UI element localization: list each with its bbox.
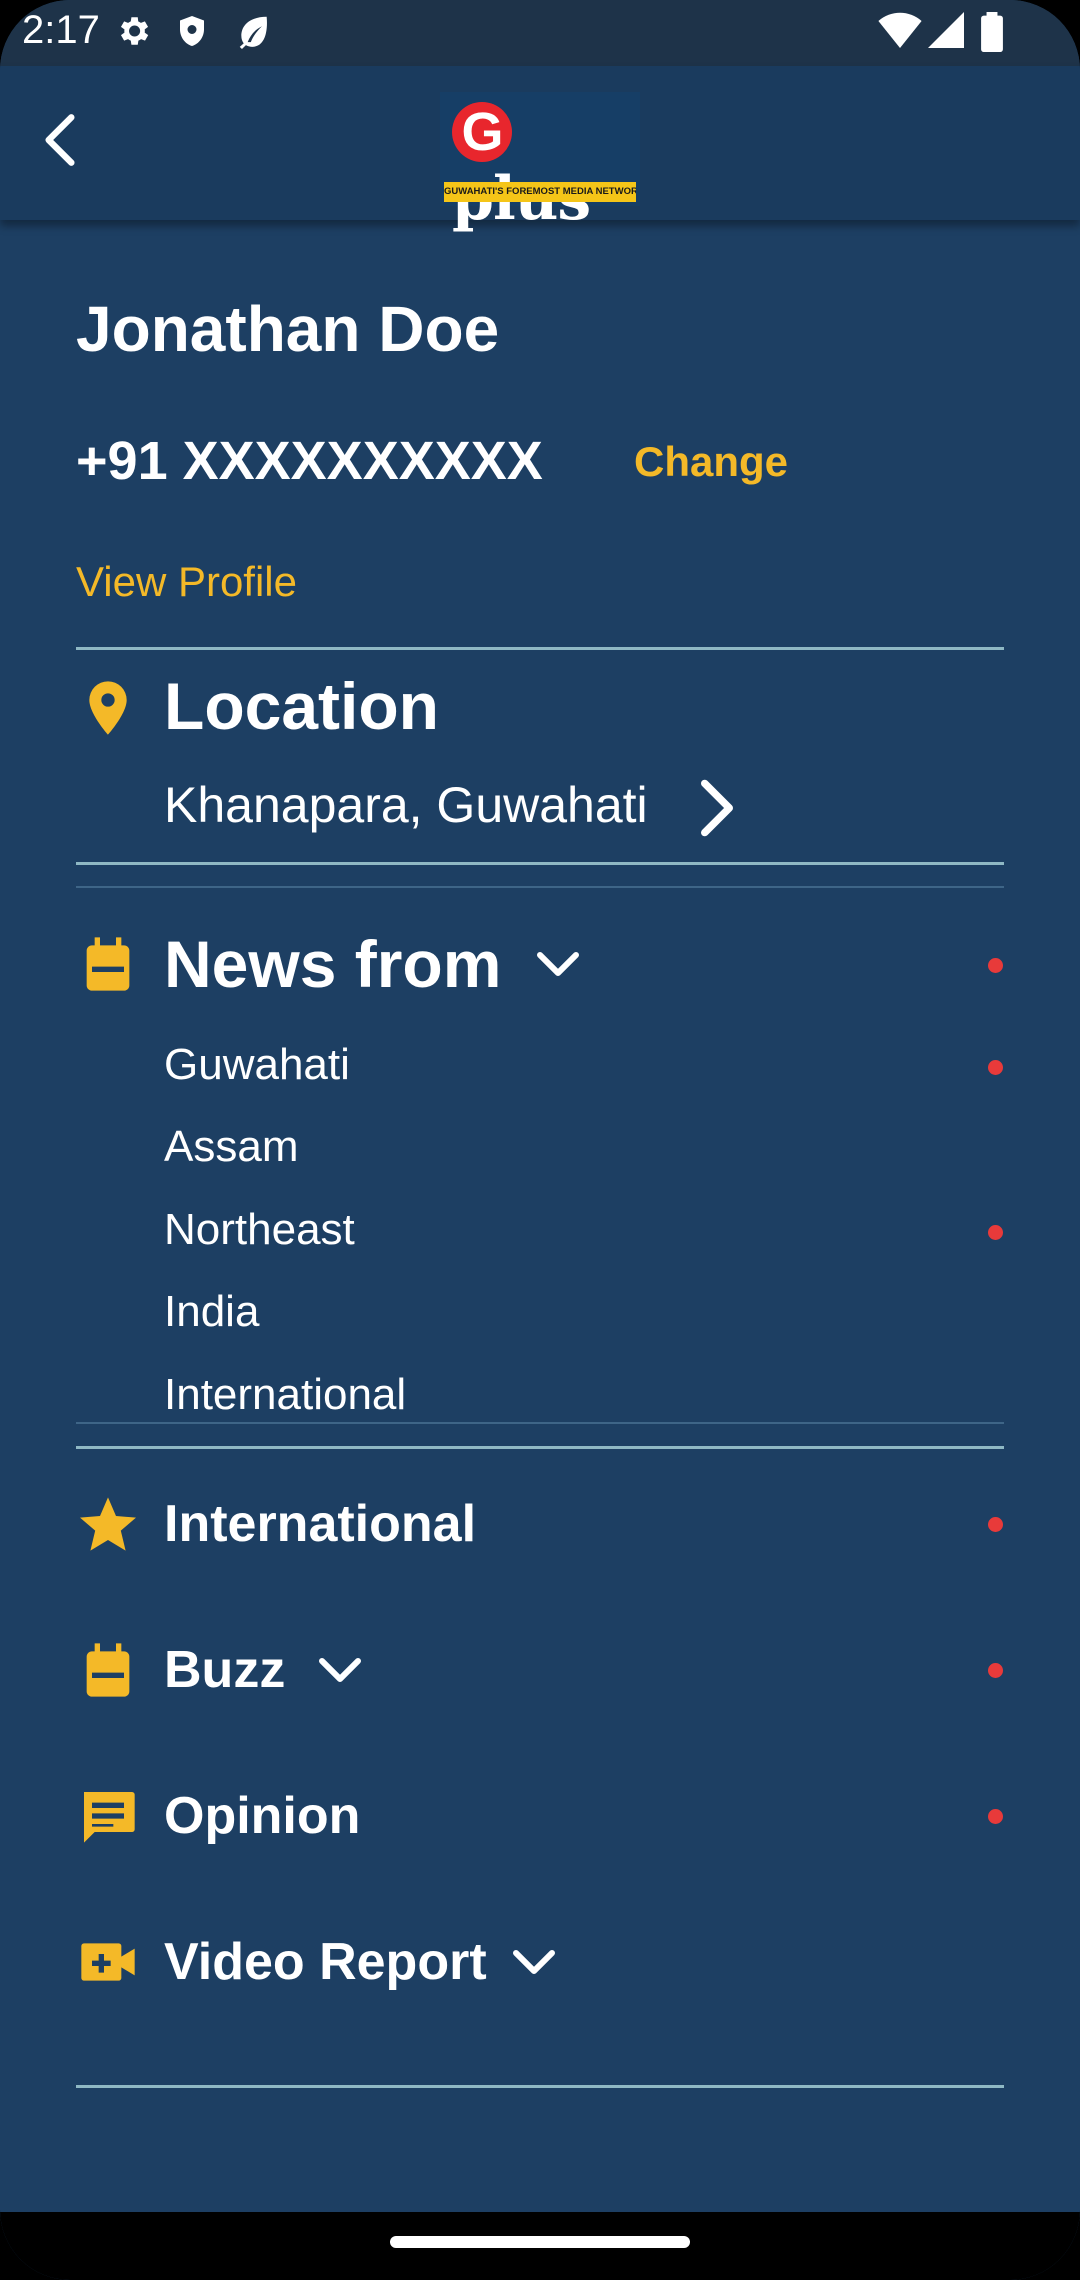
location-pin-icon [89, 681, 127, 735]
notification-dot [988, 1809, 1003, 1824]
settings-icon [120, 17, 149, 45]
divider [76, 2085, 1004, 2088]
chevron-down-icon[interactable] [512, 1948, 556, 1978]
wifi-icon [878, 12, 922, 48]
divider [76, 647, 1004, 650]
divider [76, 886, 1004, 888]
shield-icon [180, 16, 204, 46]
status-time: 2:17 [22, 8, 100, 52]
location-value[interactable]: Khanapara, Guwahati [164, 776, 648, 834]
notification-dot [988, 958, 1003, 973]
gplus-logo: Gplus GUWAHATI'S FOREMOST MEDIA NETWORK [440, 92, 640, 234]
status-bar: 2:17 [0, 0, 1080, 66]
phone-number: +91 XXXXXXXXXX [76, 431, 543, 491]
screen: 2:17 Gplus GUWAHATI'S FOREMOST MEDIA NET… [0, 0, 1080, 2280]
battery-icon [981, 12, 1003, 52]
divider [76, 1446, 1004, 1449]
notification-dot [988, 1663, 1003, 1678]
view-profile-link[interactable]: View Profile [76, 558, 297, 606]
news-from-item-guwahati[interactable]: Guwahati [164, 1040, 350, 1090]
menu-item-buzz[interactable]: Buzz [164, 1640, 285, 1700]
divider [76, 1422, 1004, 1424]
chevron-down-icon[interactable] [318, 1656, 362, 1686]
leaf-icon [239, 16, 267, 50]
star-icon [80, 1497, 136, 1551]
menu-item-international[interactable]: International [164, 1494, 476, 1554]
home-gesture-handle[interactable] [390, 2236, 690, 2248]
change-phone-button[interactable]: Change [634, 438, 788, 486]
news-from-item-assam[interactable]: Assam [164, 1122, 298, 1172]
notification-dot [988, 1225, 1003, 1240]
chevron-down-icon[interactable] [536, 950, 580, 980]
menu-item-opinion[interactable]: Opinion [164, 1786, 360, 1846]
briefcase-icon [86, 937, 130, 991]
signal-icon [928, 12, 964, 48]
video-add-icon [81, 1943, 135, 1981]
briefcase-icon [86, 1643, 130, 1697]
news-from-item-international[interactable]: International [164, 1370, 406, 1420]
comment-icon [84, 1792, 135, 1843]
notification-dot [988, 1517, 1003, 1532]
menu-item-video-report[interactable]: Video Report [164, 1932, 487, 1992]
news-from-title[interactable]: News from [164, 926, 501, 1002]
notification-dot [988, 1060, 1003, 1075]
user-name: Jonathan Doe [76, 293, 500, 365]
logo-tagline: GUWAHATI'S FOREMOST MEDIA NETWORK [444, 182, 636, 202]
location-title: Location [164, 669, 439, 743]
divider [76, 862, 1004, 865]
logo-g: G [452, 102, 512, 162]
news-from-item-northeast[interactable]: Northeast [164, 1205, 355, 1255]
logo-wordmark: Gplus [452, 94, 640, 234]
back-button[interactable] [30, 108, 94, 172]
news-from-item-india[interactable]: India [164, 1287, 259, 1337]
chevron-right-icon[interactable] [692, 776, 742, 840]
app-bar: Gplus GUWAHATI'S FOREMOST MEDIA NETWORK [0, 66, 1080, 234]
